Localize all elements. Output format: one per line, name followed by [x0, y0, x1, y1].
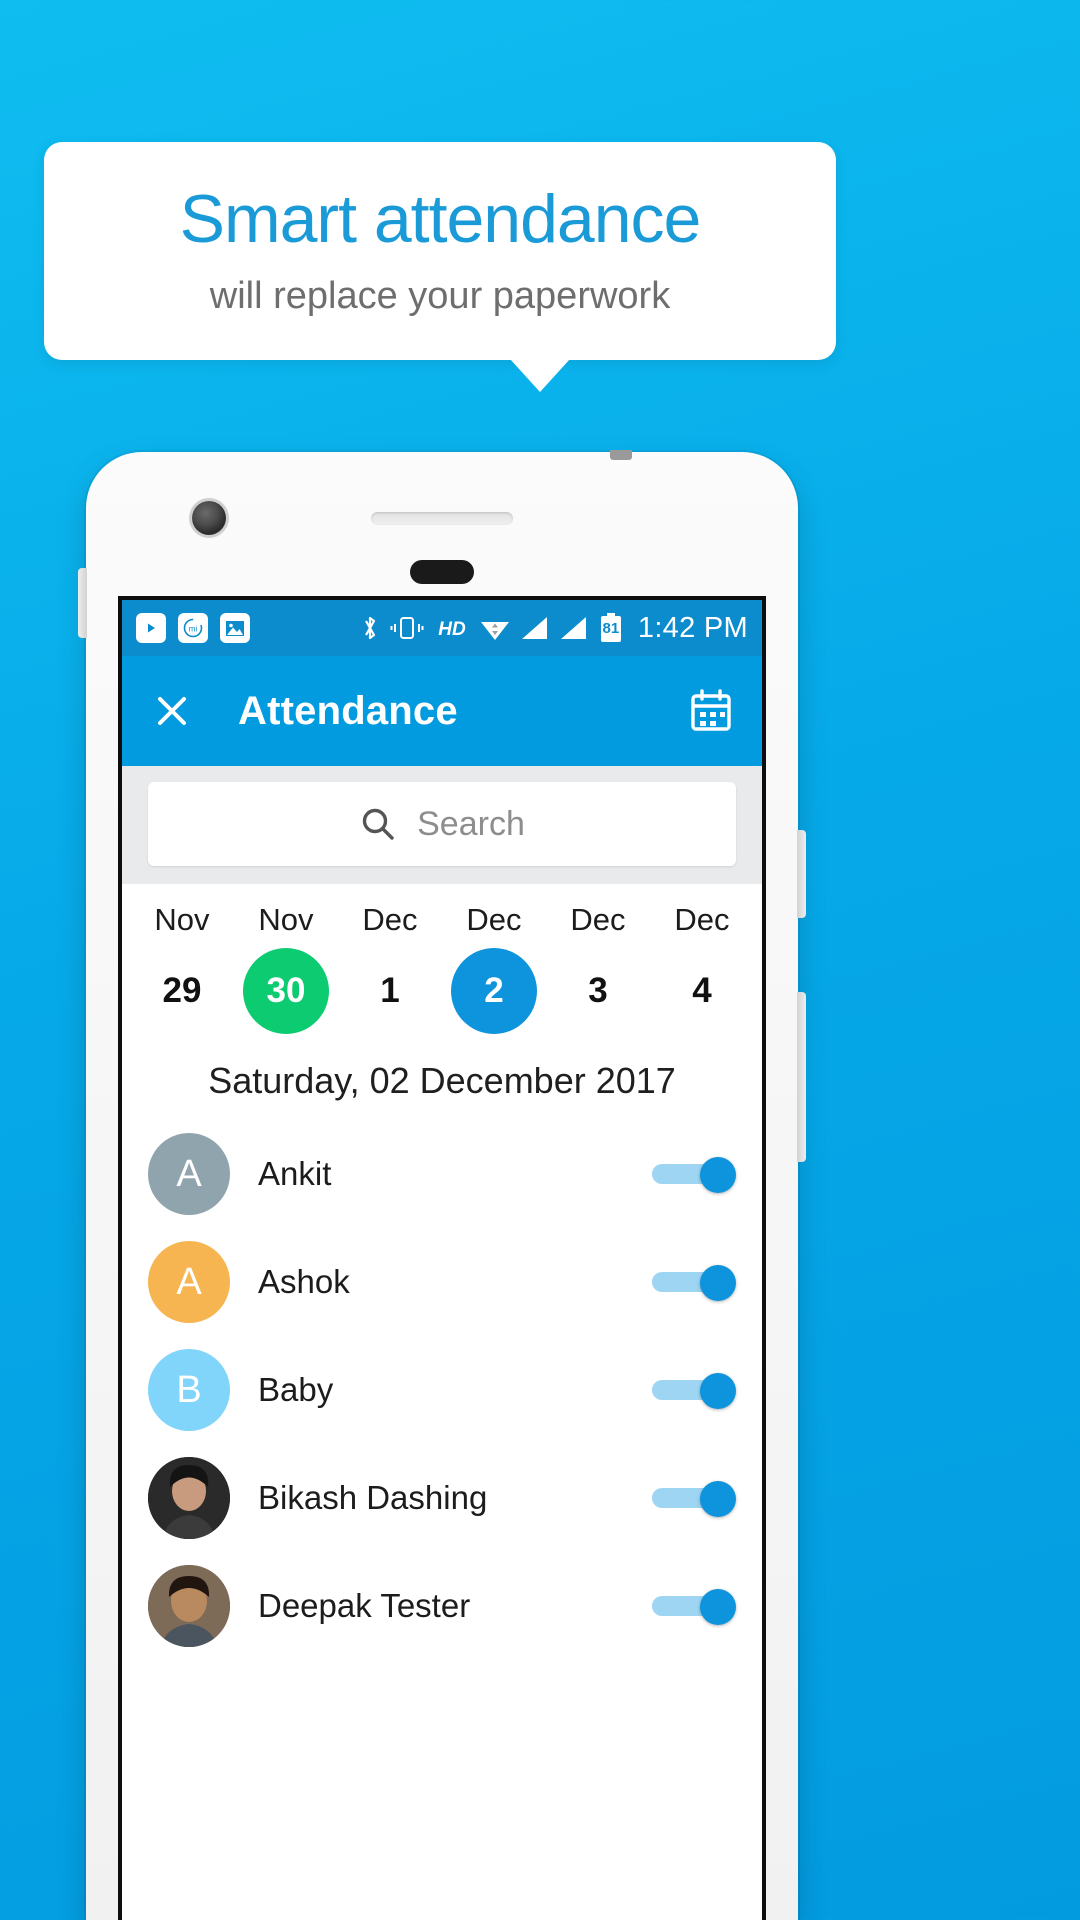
- volume-button[interactable]: [797, 992, 806, 1162]
- page-title: Attendance: [238, 688, 458, 733]
- date-day-today: 30: [243, 948, 329, 1034]
- mi-app-icon: mi: [178, 613, 208, 643]
- attendance-toggle[interactable]: [652, 1265, 736, 1301]
- promo-subtitle: will replace your paperwork: [209, 275, 671, 318]
- list-item[interactable]: B Baby: [122, 1336, 762, 1444]
- attendance-list: A Ankit A Ashok B Baby Bikash Dashing De…: [122, 1120, 762, 1660]
- date-day-label: 3: [588, 971, 608, 1010]
- list-item[interactable]: A Ankit: [122, 1120, 762, 1228]
- date-cell-1[interactable]: Nov 30: [234, 902, 338, 1034]
- close-icon[interactable]: [150, 689, 194, 733]
- date-cell-2[interactable]: Dec 1: [338, 902, 442, 1034]
- search-icon: [359, 805, 397, 843]
- status-bar-notifications: mi: [136, 613, 250, 643]
- phone-antenna-nub: [610, 450, 632, 460]
- phone-screen: mi HD 81 1:42 PM Attendance Search Nov 2…: [118, 596, 766, 1920]
- svg-text:HD: HD: [438, 619, 466, 640]
- date-cell-4[interactable]: Dec 3: [546, 902, 650, 1034]
- avatar: A: [148, 1241, 230, 1323]
- date-cell-5[interactable]: Dec 4: [650, 902, 754, 1034]
- toggle-knob: [700, 1481, 736, 1517]
- search-input[interactable]: Search: [148, 782, 736, 866]
- vibrate-icon: [390, 615, 424, 641]
- calendar-icon[interactable]: [688, 688, 734, 734]
- earpiece-speaker: [371, 512, 513, 525]
- avatar-photo-illustration: [148, 1565, 230, 1647]
- promo-title: Smart attendance: [179, 180, 702, 257]
- phone-mockup: mi HD 81 1:42 PM Attendance Search Nov 2…: [78, 450, 806, 1920]
- list-item[interactable]: Deepak Tester: [122, 1552, 762, 1660]
- avatar: B: [148, 1349, 230, 1431]
- toggle-knob: [700, 1589, 736, 1625]
- signal-sim2-icon: [560, 615, 588, 641]
- attendee-name: Bikash Dashing: [258, 1479, 488, 1516]
- attendee-name: Ashok: [258, 1263, 350, 1300]
- hd-icon: HD: [435, 616, 469, 640]
- battery-icon: 81: [599, 613, 623, 643]
- avatar: A: [148, 1133, 230, 1215]
- date-month-label: Dec: [674, 902, 730, 937]
- attendance-toggle[interactable]: [652, 1481, 736, 1517]
- date-month-label: Dec: [466, 902, 522, 937]
- front-camera-icon: [192, 501, 226, 535]
- avatar-initial: B: [176, 1368, 202, 1411]
- attendee-name: Deepak Tester: [258, 1587, 471, 1624]
- toggle-knob: [700, 1265, 736, 1301]
- status-bar-system-icons: HD 81 1:42 PM: [361, 612, 748, 645]
- date-day-label: 29: [162, 971, 202, 1010]
- date-strip: Nov 29 Nov 30 Dec 1 Dec 2 Dec 3 Dec 4: [122, 884, 762, 1038]
- search-placeholder-label: Search: [417, 804, 525, 843]
- list-item[interactable]: A Ashok: [122, 1228, 762, 1336]
- date-month-label: Dec: [362, 902, 418, 937]
- svg-text:mi: mi: [189, 625, 198, 634]
- attendee-name: Baby: [258, 1371, 334, 1408]
- app-bar: Attendance: [122, 656, 762, 766]
- wifi-icon: [480, 615, 510, 641]
- promo-callout-tail: [510, 359, 570, 392]
- youtube-play-icon: [136, 613, 166, 643]
- avatar-photo: [148, 1457, 230, 1539]
- phone-left-edge: [78, 568, 87, 638]
- avatar-photo: [148, 1565, 230, 1647]
- attendance-toggle[interactable]: [652, 1157, 736, 1193]
- date-day-label: 1: [380, 971, 400, 1010]
- status-bar: mi HD 81 1:42 PM: [122, 600, 762, 656]
- search-bar-container: Search: [122, 766, 762, 884]
- attendance-toggle[interactable]: [652, 1589, 736, 1625]
- power-button[interactable]: [797, 830, 806, 918]
- selected-day-header: Saturday, 02 December 2017: [122, 1038, 762, 1120]
- attendance-toggle[interactable]: [652, 1373, 736, 1409]
- date-day-selected: 2: [451, 948, 537, 1034]
- toggle-knob: [700, 1157, 736, 1193]
- home-button: [410, 560, 474, 584]
- promo-callout-card: Smart attendance will replace your paper…: [44, 142, 836, 360]
- gallery-image-icon: [220, 613, 250, 643]
- date-month-label: Dec: [570, 902, 626, 937]
- avatar-initial: A: [176, 1152, 202, 1195]
- date-month-label: Nov: [258, 902, 314, 937]
- toggle-knob: [700, 1373, 736, 1409]
- date-day-label: 4: [692, 971, 712, 1010]
- battery-level-label: 81: [602, 619, 620, 637]
- status-bar-clock: 1:42 PM: [637, 611, 748, 644]
- avatar-initial: A: [176, 1260, 202, 1303]
- avatar-photo-illustration: [148, 1457, 230, 1539]
- bluetooth-icon: [361, 614, 379, 642]
- date-cell-3[interactable]: Dec 2: [442, 902, 546, 1034]
- attendee-name: Ankit: [258, 1155, 332, 1192]
- list-item[interactable]: Bikash Dashing: [122, 1444, 762, 1552]
- date-month-label: Nov: [154, 902, 210, 937]
- signal-sim1-icon: [521, 615, 549, 641]
- date-cell-0[interactable]: Nov 29: [130, 902, 234, 1034]
